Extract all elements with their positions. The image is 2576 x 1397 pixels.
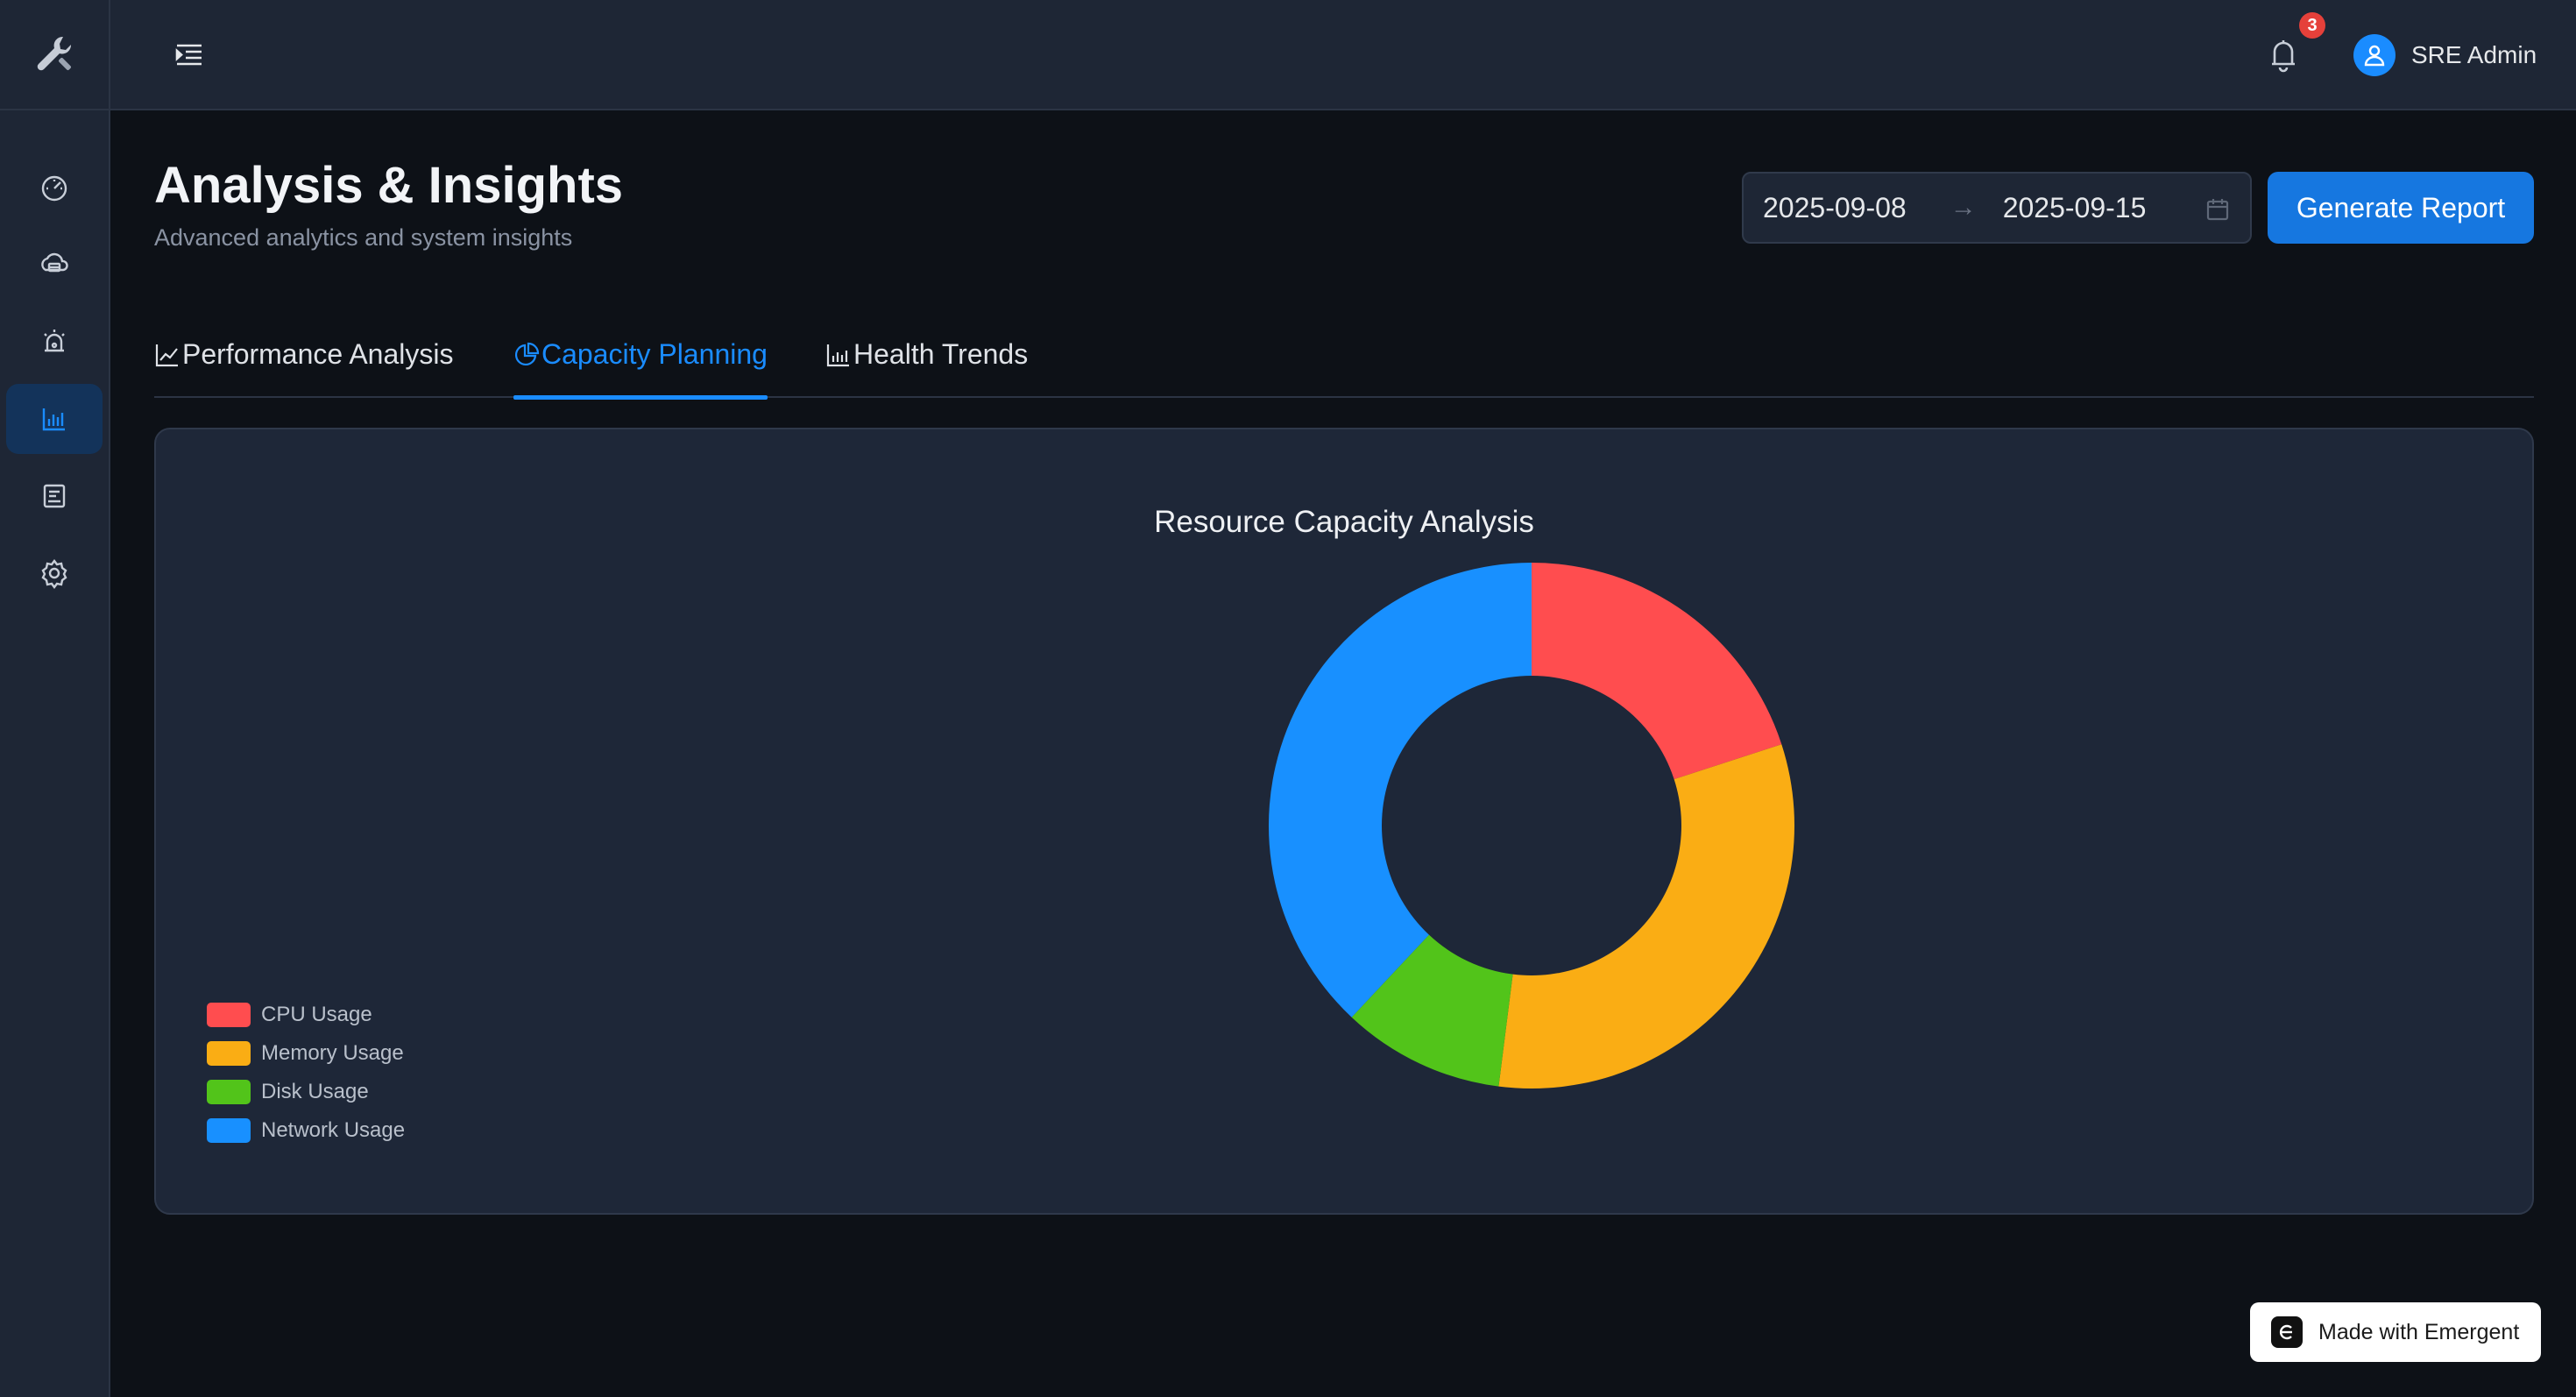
avatar (2353, 34, 2396, 76)
tab-label: Capacity Planning (541, 338, 768, 370)
calendar-icon[interactable] (2204, 196, 2231, 223)
legend-label: Memory Usage (261, 1041, 404, 1065)
made-with-text: Made with Emergent (2318, 1319, 2520, 1344)
sidebar-item-services[interactable] (6, 230, 103, 300)
bar-chart-icon (42, 408, 65, 431)
end-date-input[interactable]: 2025-09-15 (2003, 192, 2147, 224)
legend-label: Network Usage (261, 1118, 406, 1142)
sidebar-item-reports[interactable] (6, 461, 103, 531)
legend-item[interactable]: Disk Usage (207, 1073, 405, 1111)
notification-badge: 3 (2299, 12, 2325, 39)
donut-slice-network-usage[interactable] (1269, 563, 1532, 1018)
dashboard-icon (41, 175, 67, 202)
generate-report-button[interactable]: Generate Report (2268, 172, 2534, 244)
sidebar-item-settings[interactable] (6, 538, 103, 608)
page-title: Analysis & Insights (154, 157, 624, 214)
start-date-input[interactable]: 2025-09-08 (1763, 192, 1907, 224)
user-name: SRE Admin (2411, 41, 2537, 68)
legend-item[interactable]: CPU Usage (207, 996, 405, 1034)
arrow-right-icon: → (1950, 193, 1977, 222)
app-logo[interactable] (0, 0, 109, 110)
tab-health-trends[interactable]: Health Trends (825, 324, 1028, 398)
legend-swatch (207, 1118, 251, 1143)
sidebar-nav (0, 110, 109, 615)
chart-title: Resource Capacity Analysis (1154, 505, 1534, 539)
capacity-chart-card: Resource Capacity Analysis CPU Usage Memo… (154, 428, 2534, 1215)
alarm-icon (44, 330, 65, 352)
sidebar-item-dashboard[interactable] (6, 152, 103, 223)
sidebar-item-analysis[interactable] (6, 384, 103, 454)
sidebar-item-alerts[interactable] (6, 307, 103, 377)
gear-icon (41, 559, 67, 589)
donut-chart (1269, 563, 1794, 1089)
date-range-picker[interactable]: 2025-09-08 → 2025-09-15 (1742, 172, 2252, 244)
line-chart-icon (155, 344, 178, 367)
tab-bar: Performance Analysis Capacity Planning H… (154, 324, 2534, 400)
emergent-logo-icon (2271, 1316, 2303, 1348)
bar-chart-icon (826, 344, 849, 367)
page-subtitle: Advanced analytics and system insights (154, 224, 573, 251)
pie-chart-icon (514, 342, 540, 366)
top-header: 3 SRE Admin (110, 0, 2576, 110)
menu-toggle-button[interactable] (172, 39, 205, 72)
bell-icon (2272, 40, 2295, 73)
chart-legend: CPU Usage Memory Usage Disk Usage Network U… (207, 996, 405, 1150)
legend-label: CPU Usage (261, 1003, 372, 1026)
legend-label: Disk Usage (261, 1080, 369, 1103)
tab-label: Health Trends (853, 338, 1029, 370)
user-menu[interactable]: SRE Admin (2353, 33, 2537, 77)
donut-slice-cpu-usage[interactable] (1532, 563, 1782, 780)
legend-item[interactable]: Memory Usage (207, 1034, 405, 1073)
wrench-icon (37, 36, 72, 71)
tab-label: Performance Analysis (182, 338, 454, 370)
legend-item[interactable]: Network Usage (207, 1111, 405, 1150)
tab-performance-analysis[interactable]: Performance Analysis (154, 324, 453, 398)
legend-swatch (207, 1080, 251, 1104)
menu-fold-icon (175, 44, 202, 66)
legend-swatch (207, 1041, 251, 1066)
reports-icon (43, 484, 66, 508)
tab-capacity-planning[interactable]: Capacity Planning (513, 324, 768, 400)
donut-slice-memory-usage[interactable] (1498, 744, 1794, 1089)
user-icon (2364, 45, 2385, 67)
notifications-button[interactable] (2266, 35, 2301, 74)
cloud-services-icon (41, 252, 68, 273)
app-root: 3 SRE Admin Analysis & Insights Advanced… (0, 0, 2576, 1397)
sidebar (0, 0, 110, 1397)
made-with-badge[interactable]: Made with Emergent (2250, 1302, 2541, 1362)
legend-swatch (207, 1003, 251, 1027)
